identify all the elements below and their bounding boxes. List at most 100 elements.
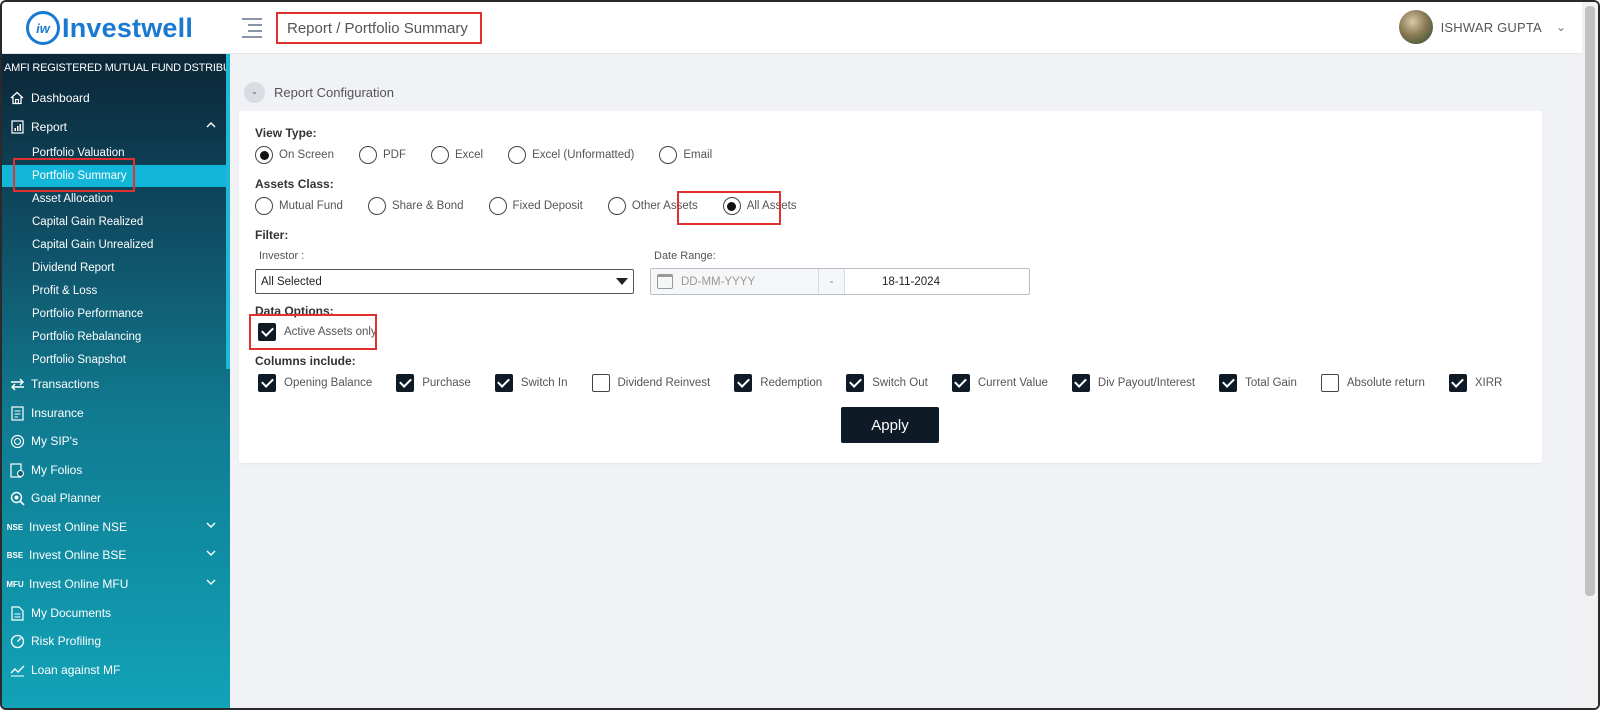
sidebar-sub-dividend-report[interactable]: Dividend Report [2, 257, 226, 279]
app-window: iw Investwell Report / Portfolio Summary… [0, 0, 1600, 710]
sidebar-item-my-sips[interactable]: My SIP's [2, 429, 226, 453]
sidebar-item-label: Dashboard [31, 91, 90, 105]
sidebar-item-invest-online-mfu[interactable]: MFU Invest Online MFU [2, 572, 226, 596]
sidebar-item-loan-against-mf[interactable]: Loan against MF [2, 658, 226, 682]
date-from-placeholder: DD-MM-YYYY [681, 275, 756, 288]
sidebar-item-label: Report [31, 120, 68, 134]
sidebar-item-my-folios[interactable]: My Folios [2, 458, 226, 482]
radio-selected-icon [255, 146, 273, 164]
sidebar-sub-portfolio-performance[interactable]: Portfolio Performance [2, 303, 226, 325]
column-absolute-return[interactable]: Absolute return [1320, 374, 1425, 392]
checkbox-label: Opening Balance [284, 377, 373, 389]
checkbox-checked-icon [1448, 374, 1467, 392]
insurance-icon [9, 405, 25, 421]
view-type-label: View Type: [255, 126, 317, 140]
columns-label: Columns include: [255, 354, 356, 368]
sidebar-sub-portfolio-summary[interactable]: Portfolio Summary [2, 165, 226, 187]
sidebar-sub-capital-gain-realized[interactable]: Capital Gain Realized [2, 211, 226, 233]
date-from-input[interactable]: DD-MM-YYYY [651, 269, 819, 294]
collapse-button[interactable]: - [244, 81, 265, 103]
date-range-label: Date Range: [654, 250, 716, 262]
date-to-input[interactable]: 18-11-2024 [845, 269, 1029, 294]
checkbox-checked-icon [1071, 374, 1090, 392]
page-scrollbar[interactable] [1582, 2, 1598, 708]
sidebar-item-label: Transactions [31, 377, 100, 391]
documents-icon [9, 605, 25, 621]
column-switch-in[interactable]: Switch In [494, 374, 568, 392]
investor-select-value: All Selected [261, 275, 322, 288]
checkbox-label: Switch Out [872, 377, 928, 389]
data-options-label: Data Options: [255, 304, 334, 318]
assets-class-other-assets[interactable]: Other Assets [607, 197, 698, 215]
checkbox-label: Total Gain [1245, 377, 1297, 389]
sidebar-tagline: AMFI REGISTERED MUTUAL FUND DSTRIBUTOR [4, 62, 254, 74]
checkbox-label: Absolute return [1346, 377, 1425, 389]
assets-class-fixed-deposit[interactable]: Fixed Deposit [488, 197, 583, 215]
assets-class-all-assets[interactable]: All Assets [722, 197, 797, 215]
sidebar-sub-portfolio-rebalancing[interactable]: Portfolio Rebalancing [2, 326, 226, 348]
radio-label: Other Assets [631, 200, 698, 212]
view-type-on-screen[interactable]: On Screen [255, 146, 334, 164]
avatar [1398, 10, 1433, 44]
user-menu[interactable]: ISHWAR GUPTA ⌄ [1398, 10, 1566, 44]
sidebar-item-dashboard[interactable]: Dashboard [2, 86, 226, 110]
sidebar-sub-portfolio-snapshot[interactable]: Portfolio Snapshot [2, 349, 226, 371]
column-xirr[interactable]: XIRR [1448, 374, 1503, 392]
checkbox-checked-icon [734, 374, 753, 392]
report-config-header[interactable]: - Report Configuration [244, 81, 394, 103]
view-type-group: On Screen PDF Excel Excel (Unformatted) … [255, 146, 712, 164]
column-dividend-reinvest[interactable]: Dividend Reinvest [591, 374, 710, 392]
column-redemption[interactable]: Redemption [734, 374, 822, 392]
loan-icon [9, 662, 25, 678]
section-title: Report Configuration [274, 84, 394, 100]
chevron-down-icon [206, 549, 216, 560]
folios-icon [9, 462, 25, 478]
checkbox-checked-icon [951, 374, 970, 392]
logo[interactable]: iw Investwell [26, 10, 193, 46]
main-content: - Report Configuration View Type: On Scr… [230, 54, 1598, 708]
sidebar-sub-asset-allocation[interactable]: Asset Allocation [2, 188, 226, 210]
menu-toggle-icon[interactable] [242, 18, 262, 38]
checkbox-label: Redemption [760, 377, 823, 389]
column-current-value[interactable]: Current Value [951, 374, 1048, 392]
sidebar-item-risk-profiling[interactable]: Risk Profiling [2, 629, 226, 653]
checkbox-label: XIRR [1474, 377, 1503, 389]
checkbox-label: Switch In [520, 377, 568, 389]
checkbox-checked-icon [258, 374, 276, 392]
date-range-field: DD-MM-YYYY - 18-11-2024 [650, 268, 1030, 295]
report-icon [9, 119, 25, 135]
column-div-payout-interest[interactable]: Div Payout/Interest [1071, 374, 1195, 392]
sidebar-item-insurance[interactable]: Insurance [2, 401, 226, 425]
user-name: ISHWAR GUPTA [1440, 19, 1542, 35]
sidebar-item-my-documents[interactable]: My Documents [2, 601, 226, 625]
logo-mark-icon: iw [26, 11, 60, 45]
checkbox-label: Purchase [422, 377, 471, 389]
column-purchase[interactable]: Purchase [396, 374, 471, 392]
active-assets-checkbox[interactable]: Active Assets only [258, 323, 377, 341]
investor-select[interactable]: All Selected [255, 269, 634, 294]
scrollbar-thumb[interactable] [1585, 6, 1595, 596]
chevron-down-icon: ⌄ [1555, 20, 1566, 34]
sidebar-sub-portfolio-valuation[interactable]: Portfolio Valuation [2, 142, 226, 164]
apply-button[interactable]: Apply [841, 407, 939, 443]
sidebar-item-invest-online-bse[interactable]: BSE Invest Online BSE [2, 543, 226, 567]
sidebar-item-invest-online-nse[interactable]: NSE Invest Online NSE [2, 515, 226, 539]
sidebar-sub-profit-loss[interactable]: Profit & Loss [2, 280, 226, 302]
radio-label: Excel (Unformatted) [532, 149, 635, 161]
view-type-email[interactable]: Email [659, 146, 712, 164]
checkbox-checked-icon [846, 374, 865, 392]
checkbox-checked-icon [1219, 374, 1238, 392]
assets-class-share-bond[interactable]: Share & Bond [367, 197, 464, 215]
sidebar-item-transactions[interactable]: Transactions [2, 372, 226, 396]
view-type-pdf[interactable]: PDF [358, 146, 406, 164]
column-total-gain[interactable]: Total Gain [1219, 374, 1297, 392]
view-type-excel-unformatted[interactable]: Excel (Unformatted) [508, 146, 634, 164]
sidebar-sub-capital-gain-unrealized[interactable]: Capital Gain Unrealized [2, 234, 226, 256]
column-switch-out[interactable]: Switch Out [846, 374, 928, 392]
sidebar-item-report[interactable]: Report [2, 115, 226, 139]
sidebar-item-goal-planner[interactable]: Goal Planner [2, 486, 226, 510]
column-opening-balance[interactable]: Opening Balance [258, 374, 372, 392]
view-type-excel[interactable]: Excel [430, 146, 483, 164]
date-to-value: 18-11-2024 [882, 275, 940, 288]
assets-class-mutual-fund[interactable]: Mutual Fund [255, 197, 343, 215]
